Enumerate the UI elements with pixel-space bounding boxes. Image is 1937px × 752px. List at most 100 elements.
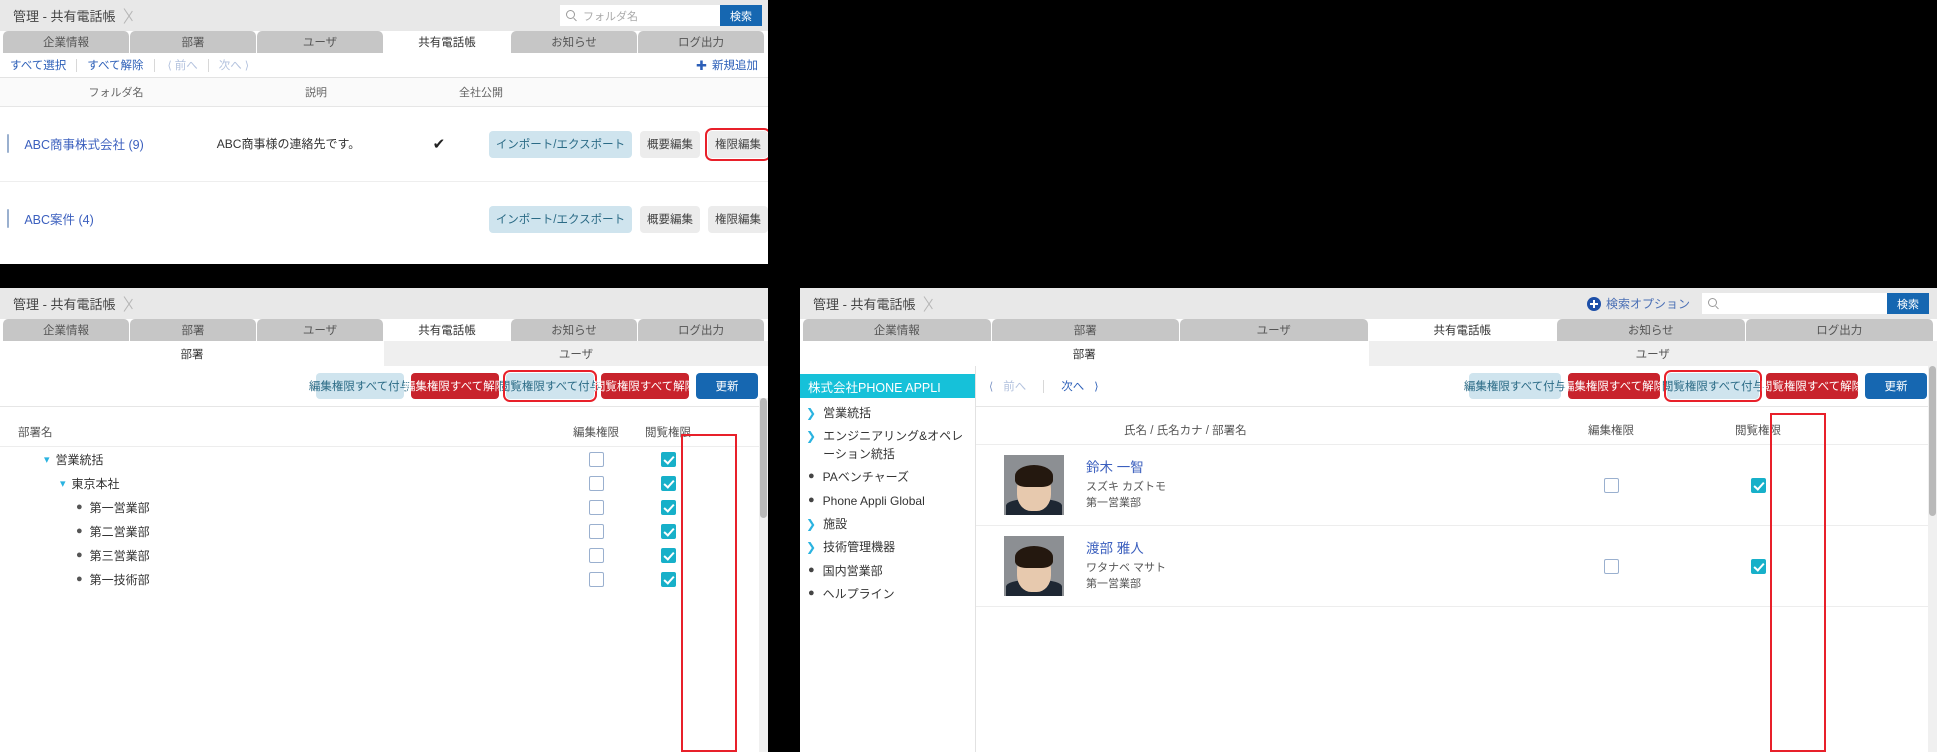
user-kana: ワタナベ マサト: [1086, 560, 1166, 577]
tab-department[interactable]: 部署: [130, 319, 256, 341]
search-options-toggle[interactable]: 検索オプション: [1587, 295, 1690, 312]
chevron-right-icon: ❯: [806, 516, 816, 533]
search-input[interactable]: [1702, 293, 1887, 314]
scrollbar-track[interactable]: [759, 398, 768, 752]
revoke-all-edit-button[interactable]: 編集権限すべて解除: [1568, 373, 1660, 399]
folder-name-link[interactable]: ABC商事株式会社 (9): [24, 138, 143, 152]
edit-permission-checkbox[interactable]: [589, 476, 604, 491]
subtab-user[interactable]: ユーザ: [1369, 341, 1937, 366]
edit-permission-checkbox[interactable]: [1604, 478, 1619, 493]
grant-all-edit-button[interactable]: 編集権限すべて付与: [1469, 373, 1561, 399]
tab-company-info[interactable]: 企業情報: [3, 31, 129, 53]
org-item-tech-equipment[interactable]: ❯ 技術管理機器: [800, 536, 975, 559]
subtab-department[interactable]: 部署: [800, 341, 1369, 366]
import-export-button[interactable]: インポート/エクスポート: [489, 131, 632, 158]
tab-shared-phonebook[interactable]: 共有電話帳: [384, 319, 510, 341]
search-icon: [1708, 298, 1719, 309]
prev-page-link[interactable]: 前へ: [1003, 378, 1026, 394]
org-item-sales[interactable]: ❯ 営業統括: [800, 402, 975, 425]
tab-notice[interactable]: お知らせ: [1557, 319, 1745, 341]
deselect-all-link[interactable]: すべて解除: [87, 57, 143, 73]
import-export-button[interactable]: インポート/エクスポート: [489, 206, 632, 233]
folder-name-link[interactable]: ABC案件 (4): [24, 213, 93, 227]
row-checkbox[interactable]: [7, 209, 9, 228]
col-view-permission: 閲覧権限: [632, 424, 704, 440]
edit-permission-checkbox[interactable]: [589, 572, 604, 587]
department-permission-panel: 管理 - 共有電話帳 企業情報 部署 ユーザ 共有電話帳 お知らせ ログ出力 部…: [0, 288, 768, 752]
next-page-link[interactable]: 次へ: [1061, 378, 1084, 394]
table-row: 渡部 雅人 ワタナベ マサト 第一営業部: [976, 526, 1937, 607]
main-tabs: 企業情報 部署 ユーザ 共有電話帳 お知らせ ログ出力: [0, 319, 768, 341]
edit-permission-checkbox[interactable]: [589, 524, 604, 539]
tab-shared-phonebook[interactable]: 共有電話帳: [1369, 319, 1557, 341]
user-department: 第一営業部: [1086, 576, 1166, 593]
row-checkbox[interactable]: [7, 134, 9, 153]
tab-shared-phonebook[interactable]: 共有電話帳: [384, 31, 510, 53]
subtab-department[interactable]: 部署: [0, 341, 384, 366]
edit-permission-checkbox[interactable]: [589, 452, 604, 467]
revoke-all-edit-button[interactable]: 編集権限すべて解除: [411, 373, 499, 399]
tab-log-output[interactable]: ログ出力: [1746, 319, 1934, 341]
grant-all-view-button[interactable]: 閲覧権限すべて付与: [1667, 373, 1759, 399]
edit-permission-checkbox[interactable]: [589, 548, 604, 563]
tab-user[interactable]: ユーザ: [1180, 319, 1368, 341]
user-name-link[interactable]: 鈴木 一智: [1086, 458, 1166, 478]
tab-log-output[interactable]: ログ出力: [638, 319, 764, 341]
grant-all-edit-button[interactable]: 編集権限すべて付与: [316, 373, 404, 399]
prev-chevron-icon[interactable]: ⟨: [989, 380, 993, 393]
tab-user[interactable]: ユーザ: [257, 31, 383, 53]
org-item-facility[interactable]: ❯ 施設: [800, 513, 975, 536]
update-button[interactable]: 更新: [1865, 373, 1927, 399]
revoke-all-view-button[interactable]: 閲覧権限すべて解除: [1766, 373, 1858, 399]
tab-company-info[interactable]: 企業情報: [3, 319, 129, 341]
overview-edit-button[interactable]: 概要編集: [640, 206, 700, 233]
scrollbar-track[interactable]: [1928, 366, 1937, 752]
view-permission-checkbox[interactable]: [661, 548, 676, 563]
scrollbar-thumb[interactable]: [760, 398, 767, 518]
overview-edit-button[interactable]: 概要編集: [640, 131, 700, 158]
edit-permission-checkbox[interactable]: [589, 500, 604, 515]
edit-permission-checkbox[interactable]: [1604, 559, 1619, 574]
next-chevron-icon[interactable]: ⟩: [1094, 380, 1098, 393]
subtab-user[interactable]: ユーザ: [384, 341, 768, 366]
tab-company-info[interactable]: 企業情報: [803, 319, 991, 341]
view-permission-checkbox[interactable]: [661, 452, 676, 467]
org-item-domestic-sales[interactable]: ● 国内営業部: [800, 560, 975, 583]
tab-user[interactable]: ユーザ: [257, 319, 383, 341]
org-item-engineering[interactable]: ❯ エンジニアリング&オペレーション統括: [800, 425, 975, 466]
tab-log-output[interactable]: ログ出力: [638, 31, 764, 53]
update-button[interactable]: 更新: [696, 373, 758, 399]
org-item-phone-appli-global[interactable]: ● Phone Appli Global: [800, 490, 975, 513]
permission-edit-button[interactable]: 権限編集: [708, 131, 768, 158]
search-button[interactable]: 検索: [720, 5, 762, 26]
grant-all-view-button[interactable]: 閲覧権限すべて付与: [506, 373, 594, 399]
new-add-button[interactable]: ✚ 新規追加: [696, 57, 758, 73]
permission-edit-button[interactable]: 権限編集: [708, 206, 768, 233]
chevron-down-icon[interactable]: ▾: [60, 477, 66, 490]
table-row: 鈴木 一智 スズキ カズトモ 第一営業部: [976, 445, 1937, 526]
user-name-link[interactable]: 渡部 雅人: [1086, 539, 1166, 559]
org-item-pa-ventures[interactable]: ● PAベンチャーズ: [800, 466, 975, 489]
tab-department[interactable]: 部署: [130, 31, 256, 53]
search-input[interactable]: フォルダ名: [560, 5, 720, 26]
view-permission-checkbox[interactable]: [1751, 559, 1766, 574]
tab-notice[interactable]: お知らせ: [511, 319, 637, 341]
next-page-link[interactable]: 次へ: [219, 57, 242, 73]
select-all-link[interactable]: すべて選択: [10, 57, 66, 73]
view-permission-checkbox[interactable]: [661, 476, 676, 491]
screenshot-stage: 管理 - 共有電話帳 フォルダ名 検索 企業情報 部署 ユーザ 共有電話帳 お知…: [0, 0, 1937, 752]
prev-page-link[interactable]: 前へ: [175, 57, 198, 73]
chevron-down-icon[interactable]: ▾: [44, 453, 50, 466]
revoke-all-view-button[interactable]: 閲覧権限すべて解除: [601, 373, 689, 399]
view-permission-checkbox[interactable]: [661, 572, 676, 587]
view-permission-checkbox[interactable]: [1751, 478, 1766, 493]
view-permission-checkbox[interactable]: [661, 500, 676, 515]
tab-notice[interactable]: お知らせ: [511, 31, 637, 53]
search-button[interactable]: 検索: [1887, 293, 1929, 314]
org-root-item[interactable]: 株式会社PHONE APPLI: [800, 374, 975, 398]
view-permission-checkbox[interactable]: [661, 524, 676, 539]
org-item-helpline[interactable]: ● ヘルプライン: [800, 583, 975, 606]
scrollbar-thumb[interactable]: [1929, 366, 1936, 516]
tab-department[interactable]: 部署: [992, 319, 1180, 341]
permission-table-header: 部署名 編集権限 閲覧権限: [0, 417, 768, 447]
